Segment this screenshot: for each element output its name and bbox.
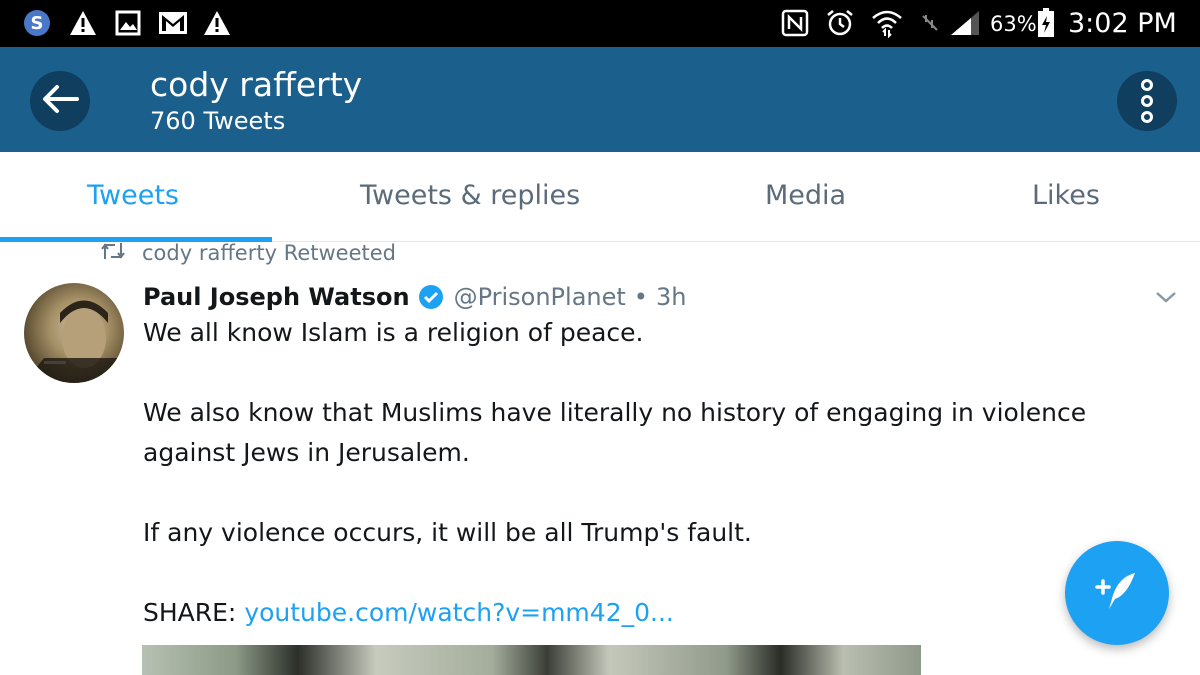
tweet-text-line: We all know Islam is a religion of peace…: [143, 318, 644, 347]
tab-likes[interactable]: Likes: [1032, 180, 1100, 211]
battery-icon: [1036, 8, 1056, 38]
signal-icon: [948, 8, 982, 38]
back-button[interactable]: [30, 71, 90, 131]
tab-tweets[interactable]: Tweets: [87, 180, 179, 211]
share-link[interactable]: youtube.com/watch?v=mm42_0...: [244, 598, 674, 627]
battery-percent: 63%: [990, 12, 1037, 36]
image-icon: [114, 8, 142, 38]
arrow-left-icon: [41, 84, 79, 118]
tweet-text-line: against Jews in Jerusalem.: [143, 438, 470, 467]
profile-tabs: Tweets Tweets & replies Media Likes: [0, 152, 1200, 242]
s-app-icon: S: [22, 8, 52, 38]
author-handle[interactable]: @PrisonPlanet: [454, 283, 626, 311]
alarm-icon: [824, 8, 856, 38]
tweet-text-line: We also know that Muslims have literally…: [143, 398, 1087, 427]
retweet-icon: [100, 241, 126, 266]
svg-text:S: S: [31, 13, 44, 34]
profile-header: cody rafferty 760 Tweets: [0, 47, 1200, 152]
more-vertical-icon: [1141, 79, 1153, 91]
verified-badge-icon: [418, 284, 444, 310]
compose-tweet-icon: [1091, 565, 1143, 621]
tweet-text-line: If any violence occurs, it will be all T…: [143, 518, 752, 547]
retweet-context: cody rafferty Retweeted: [100, 238, 396, 268]
avatar[interactable]: [24, 283, 124, 383]
gmail-icon: [158, 8, 188, 38]
share-line: SHARE: youtube.com/watch?v=mm42_0...: [143, 598, 674, 627]
tweet-header: Paul Joseph Watson @PrisonPlanet • 3h: [143, 280, 686, 314]
warning-icon: [202, 8, 232, 38]
clock: 3:02 PM: [1068, 8, 1177, 39]
author-name[interactable]: Paul Joseph Watson: [143, 283, 410, 311]
media-preview[interactable]: [142, 645, 921, 675]
wifi-icon: [870, 8, 904, 38]
mute-icon: [918, 8, 942, 38]
tweet-count: 760 Tweets: [150, 107, 286, 135]
share-label: SHARE:: [143, 598, 237, 627]
status-bar: S 63% 3:02 PM: [0, 0, 1200, 47]
compose-tweet-button[interactable]: [1065, 541, 1169, 645]
retweet-label: cody rafferty Retweeted: [142, 241, 396, 265]
chevron-down-icon[interactable]: [1153, 287, 1179, 307]
profile-name: cody rafferty: [150, 65, 363, 104]
nfc-icon: [780, 8, 810, 38]
more-options-button[interactable]: [1117, 71, 1177, 131]
separator: •: [633, 283, 648, 311]
tab-media[interactable]: Media: [765, 180, 846, 211]
tab-tweets-and-replies[interactable]: Tweets & replies: [360, 180, 580, 211]
tweet-time[interactable]: 3h: [656, 283, 686, 311]
warning-icon: [68, 8, 98, 38]
